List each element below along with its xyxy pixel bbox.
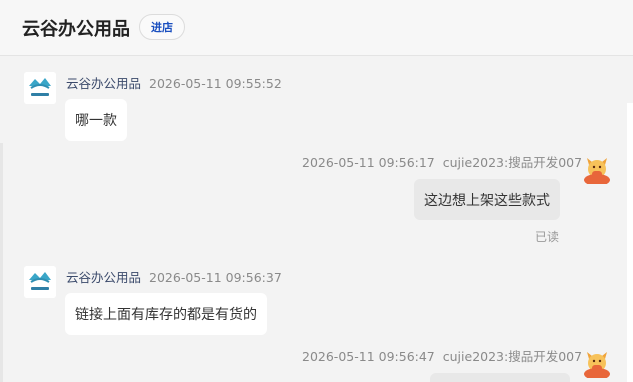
message-bubble[interactable]: 链接上面有库存的都是有货的 [65,293,267,335]
shop-name-title: 云谷办公用品 [22,19,130,40]
chat-header: 云谷办公用品 进店 [0,0,633,56]
message-time: 2026-05-11 09:55:52 [149,76,282,91]
message-bubble[interactable]: 哪一款 [65,99,127,141]
message-bubble[interactable]: 这边想上架这些款式 [414,179,560,220]
sender-name: 云谷办公用品 [66,270,142,285]
message-meta: 云谷办公用品 2026-05-11 09:55:52 [66,73,282,92]
message-meta: 云谷办公用品 2026-05-11 09:56:37 [66,267,282,286]
message-time: 2026-05-11 09:56:47 [302,349,435,364]
shop-avatar-icon[interactable] [24,266,56,298]
shop-avatar-icon[interactable] [24,72,56,104]
user-avatar-icon[interactable] [581,346,613,380]
message-time: 2026-05-11 09:56:37 [149,270,282,285]
read-status: 已读 [535,230,560,244]
right-scrollbar-track[interactable] [627,103,633,382]
message-meta: 2026-05-11 09:56:17 cujie2023:搜品开发007 [302,152,582,171]
left-divider [0,143,3,382]
sender-name: 云谷办公用品 [66,76,142,91]
enter-shop-button[interactable]: 进店 [139,14,185,40]
sender-name: cujie2023:搜品开发007 [442,155,583,170]
message-bubble[interactable] [430,373,570,382]
message-time: 2026-05-11 09:56:17 [302,155,435,170]
message-meta: 2026-05-11 09:56:47 cujie2023:搜品开发007 [302,346,582,365]
user-avatar-icon[interactable] [581,152,613,186]
sender-name: cujie2023:搜品开发007 [442,349,583,364]
